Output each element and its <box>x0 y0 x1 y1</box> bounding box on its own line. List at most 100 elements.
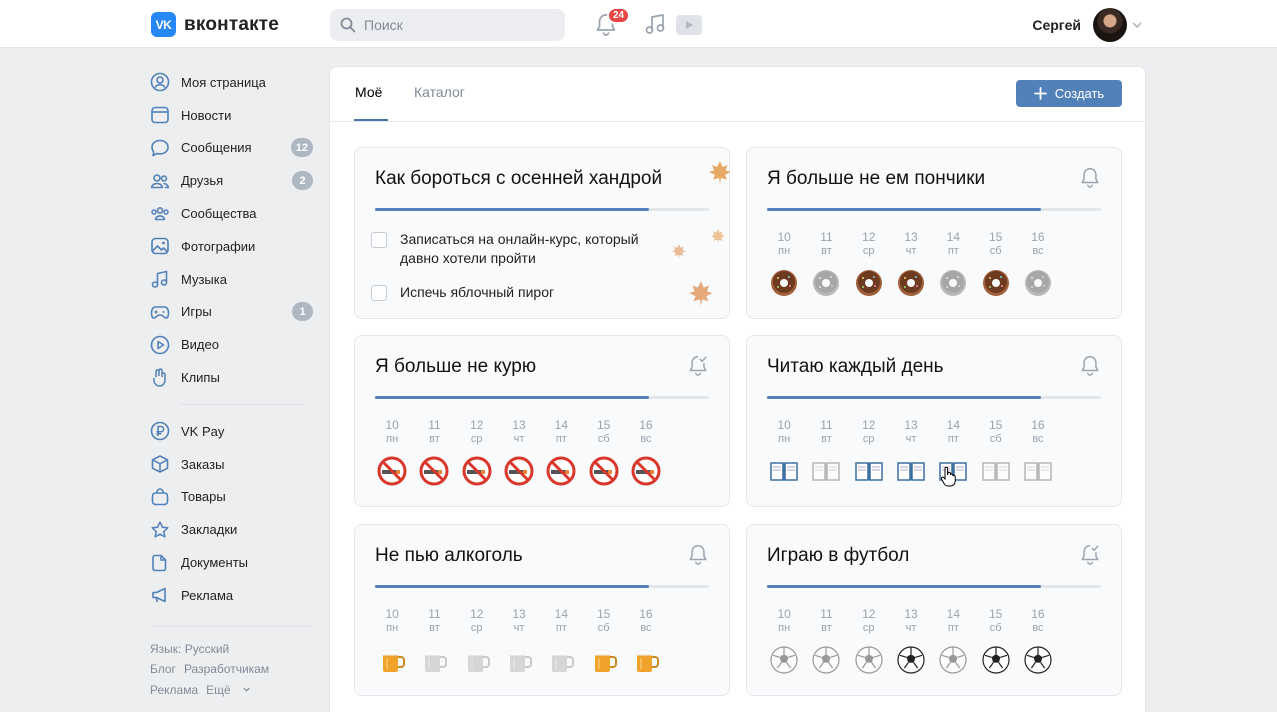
day-column[interactable]: 16 вс <box>1013 607 1063 676</box>
sidebar-item-ads[interactable]: Реклама <box>150 579 315 612</box>
main-panel: Моё Каталог Создать Как бороться с осенн… <box>329 66 1146 712</box>
donut-icon[interactable] <box>980 267 1012 299</box>
nosmoke-icon[interactable] <box>461 455 493 487</box>
todo-item[interactable]: Испечь яблочный пирог <box>371 283 554 302</box>
create-button[interactable]: Создать <box>1016 80 1122 107</box>
beer-icon[interactable] <box>461 644 493 676</box>
ball-icon[interactable] <box>937 644 969 676</box>
book-icon[interactable] <box>1022 455 1054 487</box>
goal-card-reading[interactable]: Читаю каждый день 10 пн 11 вт 12 ср 13 чт 14 пт 15… <box>746 335 1122 507</box>
tab-catalog[interactable]: Каталог <box>414 84 465 100</box>
sidebar-item-video[interactable]: Видео <box>150 328 315 361</box>
more-link[interactable]: Ещё <box>206 683 251 697</box>
notifications-button[interactable]: 24 <box>595 7 631 41</box>
bell-check-icon[interactable] <box>1079 543 1101 570</box>
donut-icon[interactable] <box>810 267 842 299</box>
player-button[interactable] <box>676 15 702 40</box>
nosmoke-icon[interactable] <box>418 455 450 487</box>
todo-checkbox[interactable] <box>371 285 387 301</box>
sidebar-divider <box>180 403 307 405</box>
day-number: 10 <box>777 230 791 244</box>
donut-icon[interactable] <box>853 267 885 299</box>
day-weekday: пн <box>386 622 399 634</box>
beer-icon[interactable] <box>376 644 408 676</box>
bell-icon[interactable] <box>687 543 709 570</box>
goal-card-football[interactable]: Играю в футбол 10 пн 11 вт 12 ср 13 чт 14 пт 15 сб 1… <box>746 524 1122 696</box>
book-icon[interactable] <box>810 455 842 487</box>
donut-icon[interactable] <box>1022 267 1054 299</box>
day-column[interactable]: 16 вс <box>621 607 671 676</box>
book-icon[interactable] <box>768 455 800 487</box>
bell-check-icon[interactable] <box>687 354 709 381</box>
sidebar-item-messages[interactable]: Сообщения 12 <box>150 132 315 165</box>
sidebar-item-games[interactable]: Игры 1 <box>150 296 315 329</box>
donut-icon[interactable] <box>895 267 927 299</box>
day-number: 12 <box>862 607 876 621</box>
tab-mine[interactable]: Моё <box>355 84 382 100</box>
developers-link[interactable]: Разработчикам <box>184 662 269 676</box>
donut-icon[interactable] <box>768 267 800 299</box>
sidebar-item-vkpay[interactable]: VK Pay <box>150 415 315 448</box>
language-link[interactable]: Язык: Русский <box>150 642 229 656</box>
sidebar-item-documents[interactable]: Документы <box>150 546 315 579</box>
card-title: Как бороться с осенней хандрой <box>375 168 663 189</box>
day-column[interactable]: 16 вс <box>621 418 671 487</box>
ball-icon[interactable] <box>1022 644 1054 676</box>
donut-icon[interactable] <box>937 267 969 299</box>
sidebar-item-news[interactable]: Новости <box>150 99 315 132</box>
hand-cursor-icon <box>940 467 956 487</box>
left-sidebar: Моя страница Новости Сообщения 12 Друзья… <box>150 66 315 700</box>
beer-icon[interactable] <box>630 644 662 676</box>
sidebar-item-label: VK Pay <box>181 423 225 439</box>
search-box[interactable] <box>330 9 565 41</box>
sidebar-item-communities[interactable]: Сообщества <box>150 197 315 230</box>
blog-link[interactable]: Блог <box>150 662 176 676</box>
sidebar-item-orders[interactable]: Заказы <box>150 448 315 481</box>
nosmoke-icon[interactable] <box>630 455 662 487</box>
bell-icon[interactable] <box>1079 354 1101 381</box>
nosmoke-icon[interactable] <box>545 455 577 487</box>
sidebar-item-friends[interactable]: Друзья 2 <box>150 164 315 197</box>
user-menu[interactable]: Сергей <box>1032 8 1143 42</box>
sidebar-item-music[interactable]: Музыка <box>150 263 315 296</box>
vk-logo[interactable]: VK вконтакте <box>151 12 279 37</box>
nosmoke-icon[interactable] <box>503 455 535 487</box>
book-icon[interactable] <box>895 455 927 487</box>
nosmoke-icon[interactable] <box>376 455 408 487</box>
sidebar-item-goods[interactable]: Товары <box>150 481 315 514</box>
beer-icon[interactable] <box>545 644 577 676</box>
beer-icon[interactable] <box>418 644 450 676</box>
progress-fill <box>375 208 649 211</box>
ball-icon[interactable] <box>810 644 842 676</box>
beer-icon[interactable] <box>503 644 535 676</box>
gamepad-icon <box>150 302 170 322</box>
ball-icon[interactable] <box>768 644 800 676</box>
search-input[interactable] <box>364 17 544 33</box>
day-column[interactable]: 16 вс <box>1013 418 1063 487</box>
ball-icon[interactable] <box>895 644 927 676</box>
message-icon <box>150 138 170 158</box>
goal-card-donuts[interactable]: Я больше не ем пончики 10 пн 11 вт 12 ср 13 чт 1… <box>746 147 1122 319</box>
bell-icon[interactable] <box>1079 166 1101 193</box>
todo-checkbox[interactable] <box>371 232 387 248</box>
day-column[interactable]: 16 вс <box>1013 230 1063 299</box>
goal-card-alcohol[interactable]: Не пью алкоголь 10 пн 11 вт 12 ср 13 чт 14 пт 15 сб… <box>354 524 730 696</box>
goal-card-autumn[interactable]: Как бороться с осенней хандрой Записатьс… <box>354 147 731 319</box>
book-icon[interactable] <box>853 455 885 487</box>
goal-card-smoking[interactable]: Я больше не курю 10 пн 11 вт 12 ср 13 чт 14 пт 15 с… <box>354 335 730 507</box>
sidebar-item-my-page[interactable]: Моя страница <box>150 66 315 99</box>
sidebar-item-photos[interactable]: Фотографии <box>150 230 315 263</box>
ball-icon[interactable] <box>980 644 1012 676</box>
todo-item[interactable]: Записаться на онлайн-курс, который давно… <box>371 230 671 268</box>
nosmoke-icon[interactable] <box>588 455 620 487</box>
music-button[interactable] <box>644 12 666 41</box>
sidebar-item-clips[interactable]: Клипы <box>150 361 315 394</box>
ball-icon[interactable] <box>853 644 885 676</box>
sidebar-item-label: Сообщества <box>181 206 257 222</box>
book-icon[interactable] <box>980 455 1012 487</box>
sidebar-item-bookmarks[interactable]: Закладки <box>150 513 315 546</box>
ads-footer-link[interactable]: Реклама <box>150 683 198 697</box>
sidebar-item-label: Реклама <box>181 587 234 603</box>
day-weekday: вс <box>1032 245 1044 257</box>
beer-icon[interactable] <box>588 644 620 676</box>
